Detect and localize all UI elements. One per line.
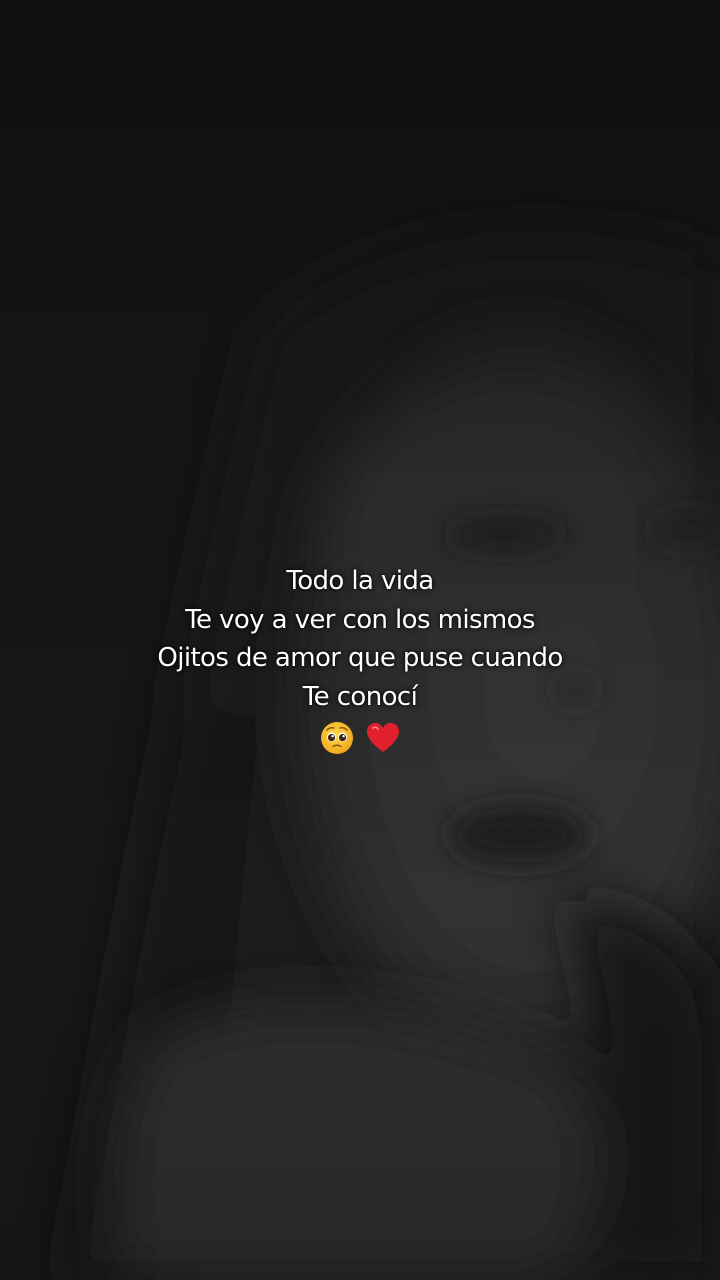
caption-line: Todo la vida: [286, 566, 434, 596]
video-frame: Todo la vida Te voy a ver con los mismos…: [0, 0, 720, 1280]
red-heart-icon: [365, 720, 401, 756]
caption-line: Ojitos de amor que puse cuando: [157, 643, 563, 673]
caption-line: Te voy a ver con los mismos: [185, 604, 535, 635]
emoji-row: [0, 718, 720, 758]
pleading-face-icon: [319, 720, 355, 756]
lyrics-caption: Todo la vida Te voy a ver con los mismos…: [0, 562, 720, 758]
caption-line: Te conocí: [302, 681, 418, 712]
